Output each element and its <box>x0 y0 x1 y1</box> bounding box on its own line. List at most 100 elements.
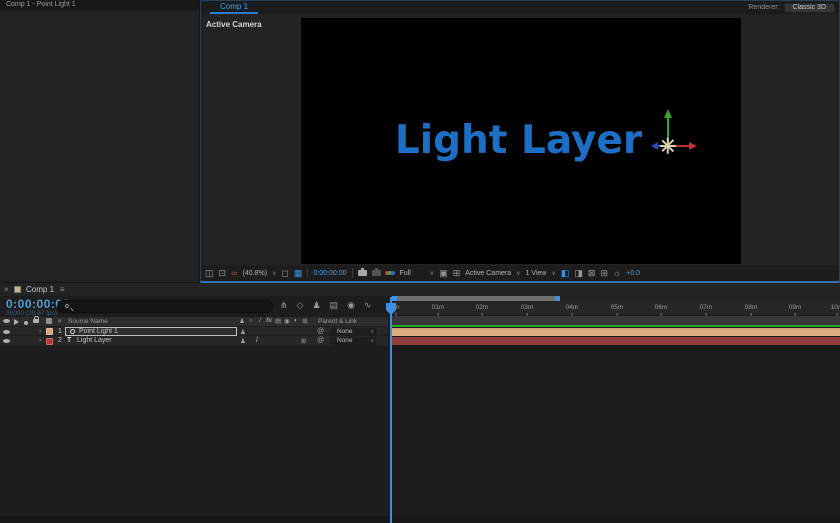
layer-name[interactable]: Light Layer <box>77 337 112 344</box>
timeline-tab-comp-1[interactable]: Comp 1 <box>26 285 54 294</box>
region-of-interest-icon[interactable]: ◻ <box>281 268 288 278</box>
pixel-aspect-icon[interactable]: ◨ <box>574 268 583 278</box>
search-box[interactable] <box>57 300 273 313</box>
panel-menu-icon[interactable]: ≡ <box>60 285 65 294</box>
pick-whip-icon[interactable]: @ <box>317 328 324 335</box>
ruler-tick: 06m <box>654 304 668 316</box>
3d-layer-toggle-icon[interactable]: ⊞ <box>301 337 306 345</box>
toggle-mask-path-icon[interactable]: ⊞ <box>453 268 461 278</box>
playhead-handle[interactable] <box>386 303 396 315</box>
tab-comp-1[interactable]: Comp 1 <box>210 2 259 14</box>
resolution-dropdown[interactable]: Full <box>400 270 411 277</box>
ruler-tick: 03m <box>520 304 534 316</box>
playhead-line[interactable] <box>390 297 392 523</box>
renderer-control: Renderer: Classic 3D <box>748 2 835 13</box>
close-icon[interactable]: × <box>4 285 9 294</box>
snapshot-icon[interactable] <box>357 268 367 276</box>
light-axis-widget[interactable] <box>641 108 701 178</box>
always-preview-icon[interactable]: ◫ <box>205 268 214 278</box>
frame-blend-column-icon[interactable]: ▤ <box>275 317 281 325</box>
magnification-dropdown[interactable]: (40.8%) <box>242 270 267 277</box>
search-icon <box>65 304 69 308</box>
audio-column-icon <box>14 319 19 325</box>
composition-canvas[interactable]: Light Layer <box>301 18 741 264</box>
motion-blur-icon[interactable]: ◉ <box>347 301 355 310</box>
shy-toggle-icon[interactable]: ♟ <box>240 337 246 345</box>
parent-dropdown[interactable]: None ∨ <box>330 337 377 345</box>
layer-row-point-light[interactable]: › 1 Point Light 1 ♟ @ None ∨ <box>0 326 388 337</box>
collapse-column-icon[interactable]: ☼ <box>248 317 254 325</box>
time-ruler[interactable]: 0m 01m 02m 03m 04m 05m 06m 07m 08m 09m 1… <box>390 302 840 316</box>
layer-name-box[interactable]: Point Light 1 <box>65 326 237 337</box>
work-area-bar[interactable] <box>392 296 560 301</box>
channels-icon[interactable] <box>384 271 395 275</box>
lock-column-icon <box>33 316 39 323</box>
layer-index: 2 <box>58 337 62 344</box>
stereo-3d-view-icon[interactable]: ∞ <box>231 268 237 278</box>
view-layout-dropdown[interactable]: 1 View <box>526 270 547 277</box>
label-column-icon <box>46 318 52 324</box>
graph-editor-icon[interactable]: ∿ <box>364 301 372 310</box>
layer-bar-point-light[interactable] <box>391 327 840 336</box>
bottom-scrollbar-strip[interactable] <box>0 517 840 523</box>
active-view-label: Active Camera <box>206 20 262 29</box>
light-layer-icon <box>70 328 75 337</box>
source-name-column-header[interactable]: Source Name <box>68 318 108 325</box>
transparency-grid-icon[interactable]: ▦ <box>294 268 303 278</box>
fx-column-icon[interactable]: fx <box>266 317 272 325</box>
3d-column-icon[interactable]: ⊞ <box>302 317 308 325</box>
renderer-button[interactable]: Classic 3D <box>783 2 835 13</box>
window-title: Comp 1 - Point Light 1 <box>0 0 199 10</box>
chevron-down-icon: ∨ <box>272 270 277 277</box>
chevron-down-icon: ∨ <box>551 270 556 277</box>
after-effects-window: Comp 1 - Point Light 1 Comp 1 Renderer: … <box>0 0 840 523</box>
shy-column-icon[interactable]: ♟ <box>239 317 245 325</box>
work-area-start-handle[interactable] <box>392 296 397 301</box>
mini-flowchart-icon[interactable]: ⋔ <box>280 301 288 310</box>
label-swatch[interactable] <box>46 328 53 335</box>
eye-icon[interactable] <box>3 339 10 343</box>
chevron-right-icon[interactable]: › <box>39 337 41 344</box>
shy-toggle-icon[interactable]: ♟ <box>240 328 246 336</box>
adjust-exposure-gear-icon[interactable]: ☼ <box>613 268 621 278</box>
parent-dropdown[interactable]: None ∨ <box>330 327 377 336</box>
exposure-reset-icon[interactable]: ⊠ <box>588 268 596 278</box>
label-swatch[interactable] <box>46 337 53 345</box>
timeline-button-icon[interactable]: ⊞ <box>600 268 608 278</box>
work-area-end-handle[interactable] <box>555 296 560 301</box>
x-axis-arrow-icon <box>689 142 697 150</box>
quality-toggle-icon[interactable]: / <box>256 337 258 344</box>
fast-previews-icon[interactable]: ▣ <box>439 268 448 278</box>
quality-column-icon[interactable]: / <box>257 317 263 325</box>
primary-viewer-icon[interactable]: ⊡ <box>219 268 227 278</box>
chevron-down-icon: ∨ <box>370 338 374 344</box>
chevron-right-icon[interactable]: › <box>39 328 41 335</box>
timeline-track-area[interactable]: 0m 01m 02m 03m 04m 05m 06m 07m 08m 09m 1… <box>390 296 840 523</box>
preview-timecode[interactable]: 0:00:00:00 <box>313 270 346 277</box>
frame-blending-icon[interactable]: ▤ <box>330 301 339 310</box>
layer-name[interactable]: Point Light 1 <box>79 328 118 335</box>
draft-3d-icon[interactable]: ◇ <box>297 301 304 310</box>
adjustment-column-icon[interactable]: ◐ <box>293 317 299 325</box>
ruler-tick: 07m <box>699 304 713 316</box>
exposure-value[interactable]: +0.0 <box>626 270 640 277</box>
chevron-down-icon: ∨ <box>429 270 435 277</box>
hide-shy-layers-icon[interactable]: ♟ <box>312 301 320 310</box>
layer-bar-light-layer[interactable] <box>391 336 840 345</box>
z-axis-arrow-icon <box>651 142 658 150</box>
share-view-icon[interactable]: ◧ <box>561 268 570 278</box>
search-input[interactable] <box>76 302 266 312</box>
motion-blur-column-icon[interactable]: ◉ <box>284 317 290 325</box>
pick-whip-icon[interactable]: @ <box>317 337 324 344</box>
renderer-label: Renderer: <box>748 4 780 11</box>
3d-view-dropdown[interactable]: Active Camera <box>465 270 511 277</box>
layer-row-light-layer[interactable]: › 2 T Light Layer ♟ / ⊞ @ None ∨ <box>0 336 388 346</box>
chevron-down-icon: ∨ <box>370 328 374 335</box>
frame-info: 00000 (29.97 fps) <box>6 310 57 317</box>
timeline-tabbar: × Comp 1 ≡ <box>0 283 840 296</box>
parent-link-column-header[interactable]: Parent & Link <box>318 318 357 325</box>
show-snapshot-icon[interactable] <box>371 268 381 276</box>
layer-column-header: # Source Name ♟ ☼ / fx ▤ ◉ ◐ ⊞ Parent & … <box>0 316 388 326</box>
layer-index: 1 <box>58 327 62 335</box>
eye-icon[interactable] <box>3 329 10 334</box>
